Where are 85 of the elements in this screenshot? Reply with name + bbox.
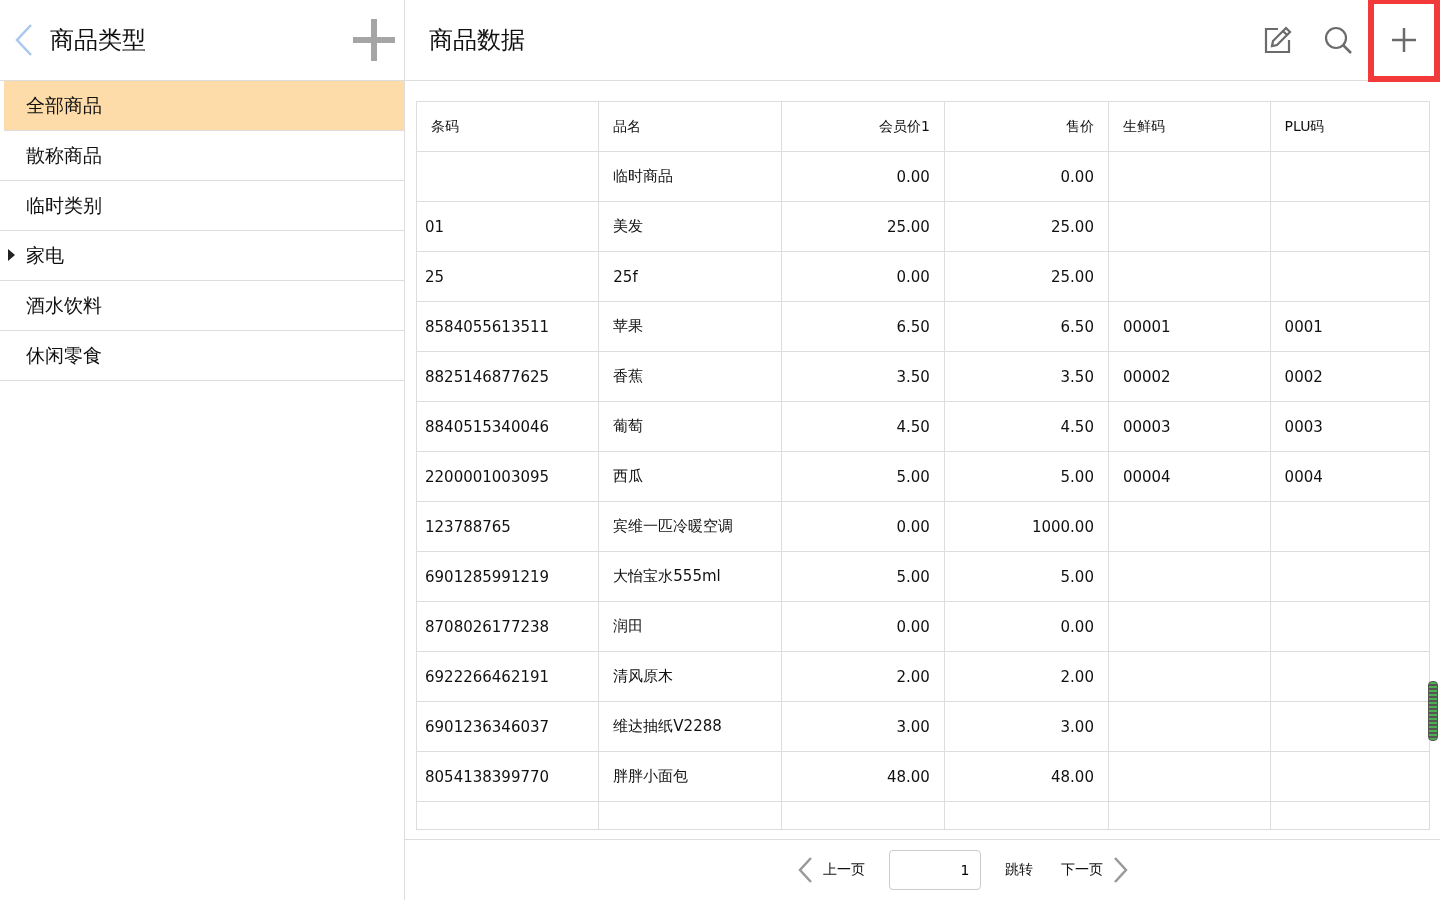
previous-page-link[interactable]: 上一页 [796,856,865,884]
table-cell: 5.00 [896,567,930,586]
table-cell: 美发 [613,217,644,235]
column-header: 会员价1 [878,117,930,134]
edit-icon [1263,25,1293,55]
table-cell: 葡萄 [613,417,644,435]
table-cell: 2.00 [896,667,930,686]
sidebar-item[interactable]: 临时类别 [0,181,404,231]
table-cell: 5.00 [896,467,930,486]
table-cell: 01 [425,217,445,236]
table-cell: 25 [425,267,445,286]
sidebar-item[interactable]: 散称商品 [0,131,404,181]
jump-link[interactable]: 跳转 [1004,861,1033,879]
table-cell: 0002 [1284,367,1323,386]
table-cell: 00004 [1122,467,1171,486]
add-icon[interactable] [353,19,395,61]
table-cell: 6901285991219 [425,567,550,586]
page-input[interactable]: 1 [888,850,981,890]
table-cell: 8708026177238 [425,617,550,636]
table-cell: 临时商品 [613,167,674,185]
table-cell: 西瓜 [613,467,644,485]
chevron-left-icon [796,856,813,884]
table-cell: 25.00 [1051,217,1094,236]
table-cell: 0001 [1284,317,1323,336]
table-cell: 6922266462191 [425,667,550,686]
table-cell: 48.00 [1051,767,1094,786]
plus-icon [1389,25,1419,55]
sidebar-item[interactable]: 酒水饮料 [0,281,404,331]
table-cell: 0.00 [896,617,930,636]
table-cell: 25.00 [1051,267,1094,286]
table-cell: 0.00 [896,167,930,186]
table-cell: 0.00 [896,267,930,286]
table-cell: 4.50 [896,417,930,436]
column-header: 售价 [1065,117,1094,134]
column-header: 条码 [431,117,459,134]
chevron-right-icon [1112,856,1129,884]
column-header: 品名 [613,117,642,134]
table-cell: 5.00 [1060,467,1094,486]
table-cell: 0.00 [1060,167,1094,186]
table-cell: 0003 [1284,417,1323,436]
table-cell: 宾维一匹冷暖空调 [613,517,734,535]
table-cell: 3.50 [1060,367,1094,386]
table-cell: 润田 [613,617,644,635]
table-cell: 25f [613,267,638,286]
table-cell: 1000.00 [1031,517,1094,536]
sidebar-item[interactable]: 休闲零食 [0,331,404,381]
table-cell: 0004 [1284,467,1323,486]
table-cell: 6.50 [1060,317,1094,336]
table-cell: 3.00 [896,717,930,736]
table-cell: 香蕉 [613,367,644,385]
table-cell: 维达抽纸V2288 [613,717,722,735]
table-cell: 8840515340046 [425,417,550,436]
page-title: 商品数据 [429,25,526,56]
sidebar-item[interactable]: 全部商品 [4,81,404,131]
next-page-link[interactable]: 下一页 [1060,856,1129,884]
table-cell: 123788765 [425,517,511,536]
search-icon [1323,25,1353,55]
table-cell: 6.50 [896,317,930,336]
scrollbar-thumb[interactable] [1428,681,1438,741]
table-cell: 48.00 [886,767,930,786]
table-cell: 00003 [1122,417,1171,436]
table-cell: 0.00 [896,517,930,536]
column-header: 生鲜码 [1122,117,1165,134]
table-cell: 2.00 [1060,667,1094,686]
table-cell: 6901236346037 [425,717,550,736]
table-cell: 2200001003095 [425,467,550,486]
add-button[interactable] [1368,0,1440,82]
table-cell: 3.00 [1060,717,1094,736]
table-cell: 3.50 [896,367,930,386]
table-cell: 8825146877625 [425,367,550,386]
table-cell: 0.00 [1060,617,1094,636]
table-cell: 5.00 [1060,567,1094,586]
table-cell: 8584055613511 [425,317,550,336]
table-cell: 清风原木 [613,667,674,685]
sidebar-item[interactable]: 家电 [0,231,404,281]
panel-title: 商品类型 [50,25,147,56]
table-cell: 胖胖小面包 [613,767,689,785]
table-cell: 00002 [1122,367,1171,386]
table-cell: 00001 [1122,317,1171,336]
table-cell: 8054138399770 [425,767,550,786]
column-header: PLU码 [1284,117,1325,134]
table-cell: 4.50 [1060,417,1094,436]
table-cell: 大怡宝水555ml [613,567,721,585]
table-cell: 苹果 [613,317,644,335]
table-cell: 25.00 [886,217,930,236]
